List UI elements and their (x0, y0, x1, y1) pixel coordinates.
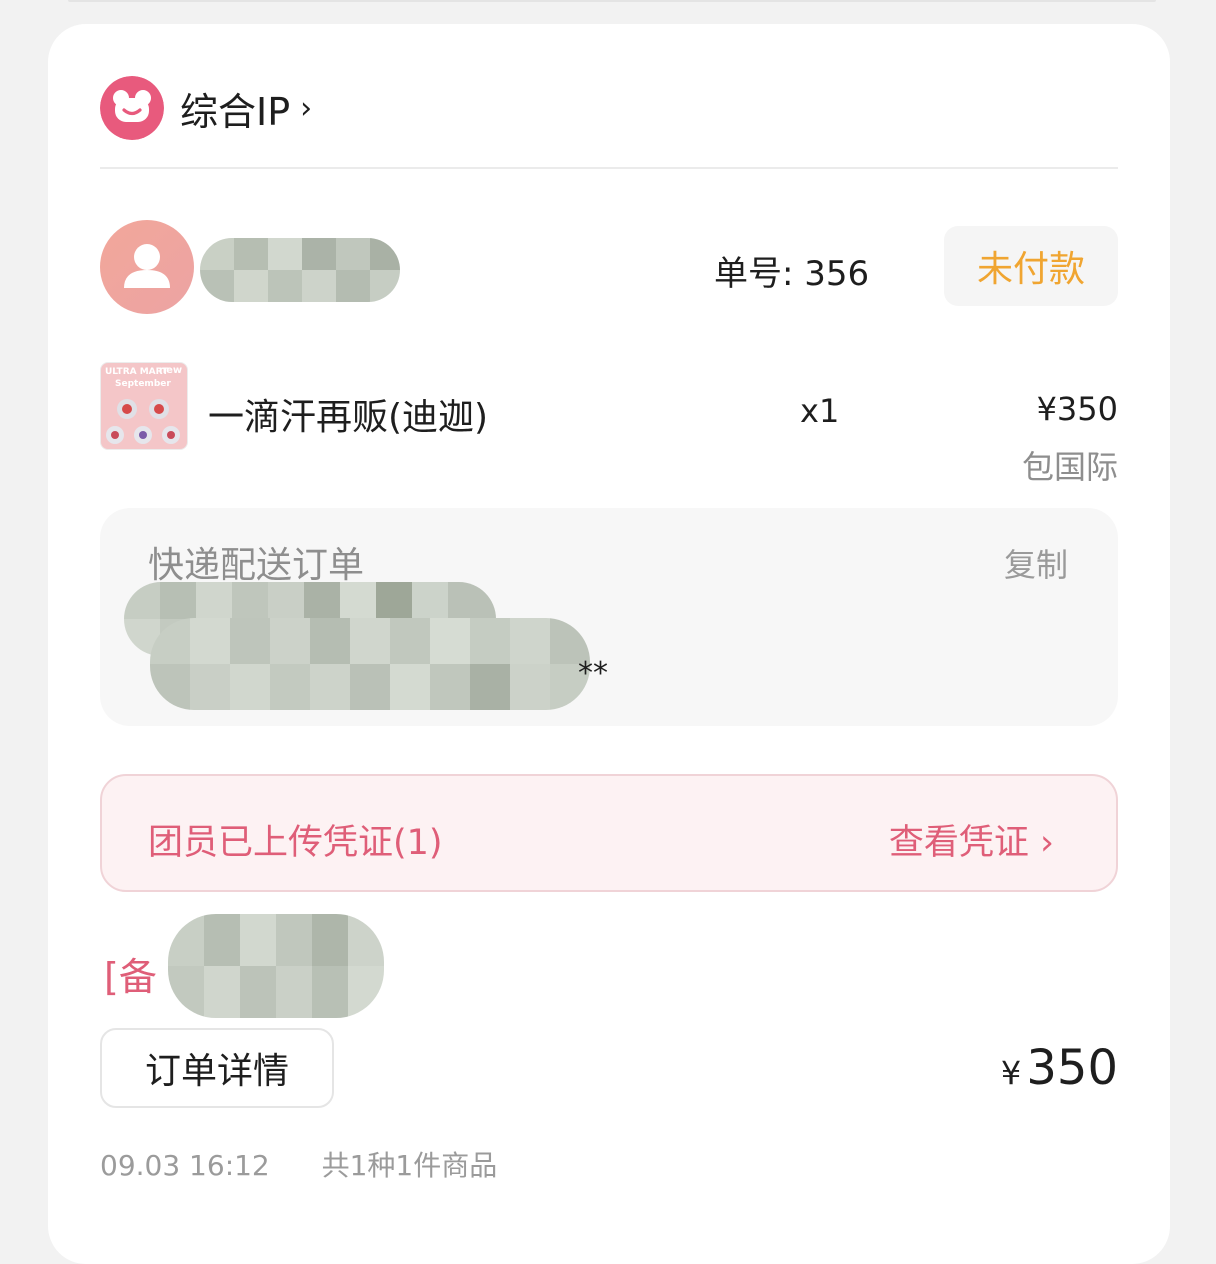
shop-header[interactable]: 综合IP › (100, 76, 312, 140)
order-total: ¥ 350 (1001, 1040, 1118, 1096)
total-amount: 350 (1026, 1040, 1118, 1096)
voucher-bar[interactable]: 团员已上传凭证(1) 查看凭证 › (100, 774, 1118, 892)
voucher-status-text: 团员已上传凭证(1) (148, 823, 443, 863)
address-tail: ** (578, 656, 608, 691)
blurred-remark (168, 914, 384, 1018)
product-row[interactable]: ULTRA MART September new 一滴汗再贩(迪迦) x1 ¥3… (100, 362, 1118, 486)
order-card: 综合IP › 元咨 单号: 356 未 (48, 24, 1170, 1264)
blurred-buyer-name (200, 238, 400, 302)
chevron-right-icon: › (300, 90, 313, 126)
order-number-value: 356 (804, 254, 870, 294)
product-name: 一滴汗再贩(迪迦) (208, 397, 489, 438)
order-detail-button[interactable]: 订单详情 (100, 1028, 334, 1108)
order-number: 单号: 356 (714, 246, 869, 295)
thumbnail-tag: new (159, 365, 183, 376)
item-summary: 共1种1件商品 (321, 1149, 498, 1182)
shipping-note: 包国际 (1021, 448, 1118, 486)
divider (100, 167, 1118, 169)
shop-name: 综合IP (180, 89, 291, 134)
figure-illustration-icon (106, 399, 180, 444)
total-currency: ¥ (1000, 1054, 1022, 1092)
previous-card-edge (68, 0, 1156, 2)
copy-button[interactable]: 复制 (1004, 540, 1068, 586)
remark-text: [备 (104, 955, 157, 999)
bear-logo-icon (100, 76, 164, 140)
payment-status-badge[interactable]: 未付款 (944, 226, 1118, 306)
delivery-title: 快递配送订单 (148, 545, 365, 586)
user-avatar-icon (100, 220, 194, 314)
order-time: 09.03 16:12 (100, 1149, 270, 1182)
buyer-row: 元咨 单号: 356 未付款 (100, 220, 1118, 314)
view-voucher-label: 查看凭证 (888, 823, 1029, 863)
order-number-label: 单号: (714, 254, 794, 294)
blurred-address-line-2 (150, 618, 590, 710)
product-quantity: x1 (800, 392, 840, 430)
product-price: ¥350 (1036, 390, 1118, 428)
thumbnail-subtitle: September (115, 379, 171, 389)
order-meta: 09.03 16:12 共1种1件商品 (100, 1144, 497, 1184)
view-voucher-link[interactable]: 查看凭证 › (889, 814, 1054, 865)
product-thumbnail: ULTRA MART September new (100, 362, 188, 450)
chevron-right-icon: › (1040, 823, 1054, 863)
delivery-info-box: 快递配送订单 复制 ** (100, 508, 1118, 726)
